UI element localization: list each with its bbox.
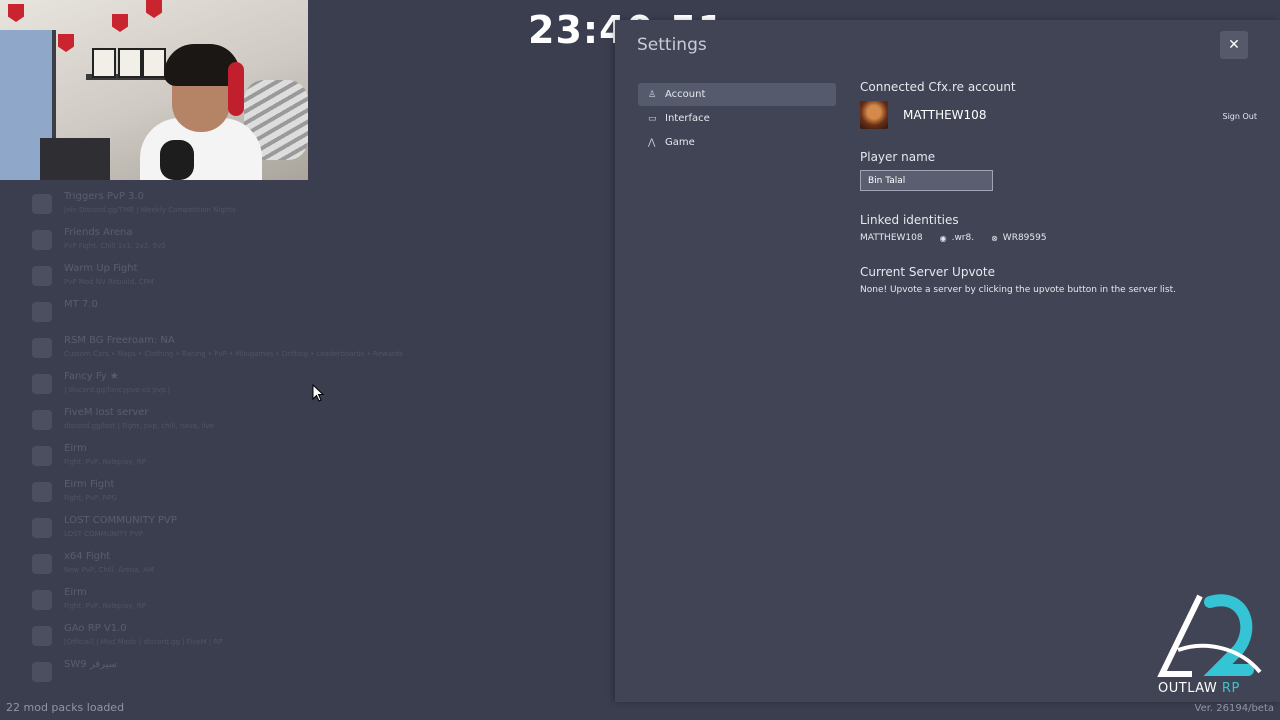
server-icon (32, 374, 52, 394)
settings-nav: ♙ Account ▭ Interface ⋀ Game (638, 83, 836, 155)
server-name: SW9 سيرفر (64, 659, 117, 670)
server-name: Fancy Fy ★ (64, 371, 119, 382)
account-settings: Connected Cfx.re account MATTHEW108 Sign… (860, 80, 1260, 295)
account-username: MATTHEW108 (903, 108, 987, 122)
server-icon (32, 518, 52, 538)
server-name: Eirm (64, 587, 87, 598)
server-row[interactable]: SW9 سيرفر (28, 658, 608, 694)
server-desc: | discord.gg/fancypvp-us pvp | (64, 386, 171, 394)
server-row[interactable]: GAo RP V1.0 [Official] | Mod Mode | disco… (28, 622, 608, 658)
server-row[interactable]: FiveM lost server discord.gg/lost | Fight… (28, 406, 608, 442)
server-icon (32, 590, 52, 610)
server-desc: LOST COMMUNITY PVP (64, 530, 144, 538)
player-name-heading: Player name (860, 150, 936, 164)
webcam-overlay (0, 0, 308, 180)
server-row[interactable]: RSM BG Freeroam: NA Custom Cars • Maps • … (28, 334, 608, 370)
sign-out-button[interactable]: Sign Out (1223, 112, 1258, 121)
server-name: GAo RP V1.0 (64, 623, 127, 634)
headphones (228, 62, 244, 116)
upvote-heading: Current Server Upvote (860, 265, 995, 279)
server-icon (32, 662, 52, 682)
close-button[interactable]: ✕ (1220, 31, 1248, 59)
server-row[interactable]: LOST COMMUNITY PVP LOST COMMUNITY PVP (28, 514, 608, 550)
server-desc: New PvP, Chill, Arena, AM (64, 566, 154, 574)
account-row: MATTHEW108 (860, 100, 1260, 130)
avatar (860, 101, 888, 129)
nav-item-label: Account (665, 89, 706, 100)
server-name: FiveM lost server (64, 407, 149, 418)
linked-identities: MATTHEW108 ◉ .wr8. ⊗ WR89595 (860, 233, 1260, 243)
server-desc: PvP Fight, Chill 1v1, 2v2, 5v5 (64, 242, 166, 250)
discord-icon: ◉ (939, 233, 947, 243)
server-desc: Fight, PvP, Roleplay, RP (64, 602, 147, 610)
server-name: LOST COMMUNITY PVP (64, 515, 177, 526)
microphone (160, 140, 194, 180)
server-icon (32, 446, 52, 466)
nav-item-label: Game (665, 137, 695, 148)
server-name: Triggers PvP 3.0 (64, 191, 144, 202)
xbox-icon: ⊗ (991, 233, 998, 243)
linked-identities-heading: Linked identities (860, 213, 959, 227)
server-icon (32, 482, 52, 502)
modpacks-status: 22 mod packs loaded (6, 701, 125, 714)
settings-title: Settings (637, 35, 707, 55)
nav-item-account[interactable]: ♙ Account (638, 83, 836, 106)
server-desc: [Official] | Mod Mode | discord.gg | Fiv… (64, 638, 223, 646)
nav-item-interface[interactable]: ▭ Interface (638, 107, 836, 130)
server-desc: Fight, PvP, RPG (64, 494, 118, 502)
server-name: Friends Arena (64, 227, 133, 238)
logo-text: OUTLAW RP (1158, 681, 1240, 696)
server-icon (32, 266, 52, 286)
server-desc: Join Discord.gg/TMB | Weekly Competition… (64, 206, 236, 214)
server-row[interactable]: x64 Fight New PvP, Chill, Arena, AM (28, 550, 608, 586)
server-row[interactable]: Eirm Fight, PvP, Roleplay, RP (28, 586, 608, 622)
server-name: Eirm Fight (64, 479, 115, 490)
server-list: Triggers PvP 3.0 Join Discord.gg/TMB | We… (28, 190, 608, 694)
server-icon (32, 626, 52, 646)
server-row[interactable]: Warm Up Fight PvP Mod NV Rebuild, CPM (28, 262, 608, 298)
server-icon (32, 194, 52, 214)
server-row[interactable]: Eirm Fight, PvP, Roleplay, RP (28, 442, 608, 478)
server-desc: discord.gg/lost | Fight, pvp, chill, nov… (64, 422, 214, 430)
server-row[interactable]: Friends Arena PvP Fight, Chill 1v1, 2v2, … (28, 226, 608, 262)
server-name: Eirm (64, 443, 87, 454)
server-icon (32, 338, 52, 358)
upvote-text: None! Upvote a server by clicking the up… (860, 285, 1177, 295)
server-row[interactable]: MT 7.0 (28, 298, 608, 334)
server-name: Warm Up Fight (64, 263, 138, 274)
version-label: Ver. 26194/beta (1194, 703, 1275, 714)
server-name: x64 Fight (64, 551, 111, 562)
player-name-input[interactable] (860, 170, 993, 191)
close-icon: ✕ (1228, 37, 1240, 53)
nav-item-game[interactable]: ⋀ Game (638, 131, 836, 154)
monitor-icon: ▭ (648, 113, 657, 124)
server-name: MT 7.0 (64, 299, 98, 310)
server-desc: Custom Cars • Maps • Clothing • Racing •… (64, 350, 403, 358)
server-desc: PvP Mod NV Rebuild, CPM (64, 278, 154, 286)
server-icon (32, 230, 52, 250)
server-icon (32, 410, 52, 430)
nav-item-label: Interface (665, 113, 710, 124)
linked-cfx-id: MATTHEW108 (860, 233, 923, 243)
server-desc: Fight, PvP, Roleplay, RP (64, 458, 147, 466)
fivem-icon: ⋀ (648, 137, 656, 148)
server-name: RSM BG Freeroam: NA (64, 335, 175, 346)
server-row[interactable]: Triggers PvP 3.0 Join Discord.gg/TMB | We… (28, 190, 608, 226)
linked-discord-id: .wr8. (951, 233, 975, 243)
server-icon (32, 302, 52, 322)
linked-xbox-id: WR89595 (1002, 233, 1047, 243)
user-icon: ♙ (648, 89, 657, 100)
logo-text-accent: RP (1221, 681, 1240, 696)
logo-text-main: OUTLAW (1158, 681, 1218, 696)
mouse-cursor-icon (312, 384, 324, 402)
server-row[interactable]: Eirm Fight Fight, PvP, RPG (28, 478, 608, 514)
connected-account-heading: Connected Cfx.re account (860, 80, 1016, 94)
server-icon (32, 554, 52, 574)
